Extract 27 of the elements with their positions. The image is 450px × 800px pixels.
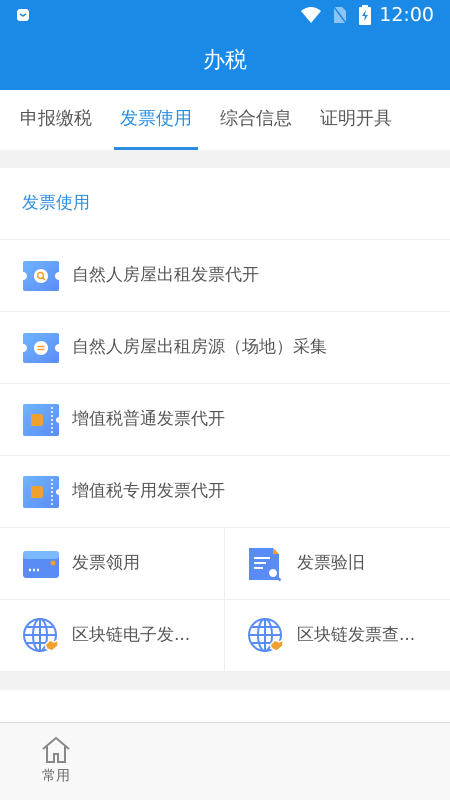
status-time: 12:00	[379, 2, 434, 28]
ticket-icon	[22, 402, 60, 436]
service-row[interactable]: 自然人房屋出租房源（场地）采集	[0, 312, 450, 384]
wifi-icon	[301, 7, 322, 23]
service-row[interactable]: 增值税专用发票代开	[0, 456, 450, 528]
home-icon	[41, 736, 71, 764]
service-tile[interactable]: 发票验旧	[225, 528, 450, 600]
tab[interactable]: 证明开具	[314, 90, 398, 150]
page-title: 办税	[203, 46, 247, 74]
globe-handshake-icon	[22, 616, 60, 654]
tab[interactable]: 综合信息	[214, 90, 298, 150]
service-tile[interactable]: 区块链电子发...	[0, 600, 225, 672]
tab[interactable]: 发票使用	[114, 90, 198, 150]
app-notification-icon	[16, 8, 30, 22]
ticket-icon	[22, 330, 60, 364]
globe-handshake-icon	[247, 616, 285, 654]
ticket-icon	[22, 258, 60, 292]
battery-charging-icon	[359, 5, 372, 25]
no-sim-icon	[333, 6, 348, 24]
service-row[interactable]: 自然人房屋出租发票代开	[0, 240, 450, 312]
service-row[interactable]: 增值税普通发票代开	[0, 384, 450, 456]
tab[interactable]: 申报缴税	[14, 90, 98, 150]
nav-tab[interactable]: 常用	[0, 736, 112, 787]
ticket-icon	[22, 474, 60, 508]
service-tile[interactable]: 发票领用	[0, 528, 225, 600]
service-tile[interactable]: 区块链发票查...	[225, 600, 450, 672]
section-title: 发票使用	[22, 192, 90, 215]
